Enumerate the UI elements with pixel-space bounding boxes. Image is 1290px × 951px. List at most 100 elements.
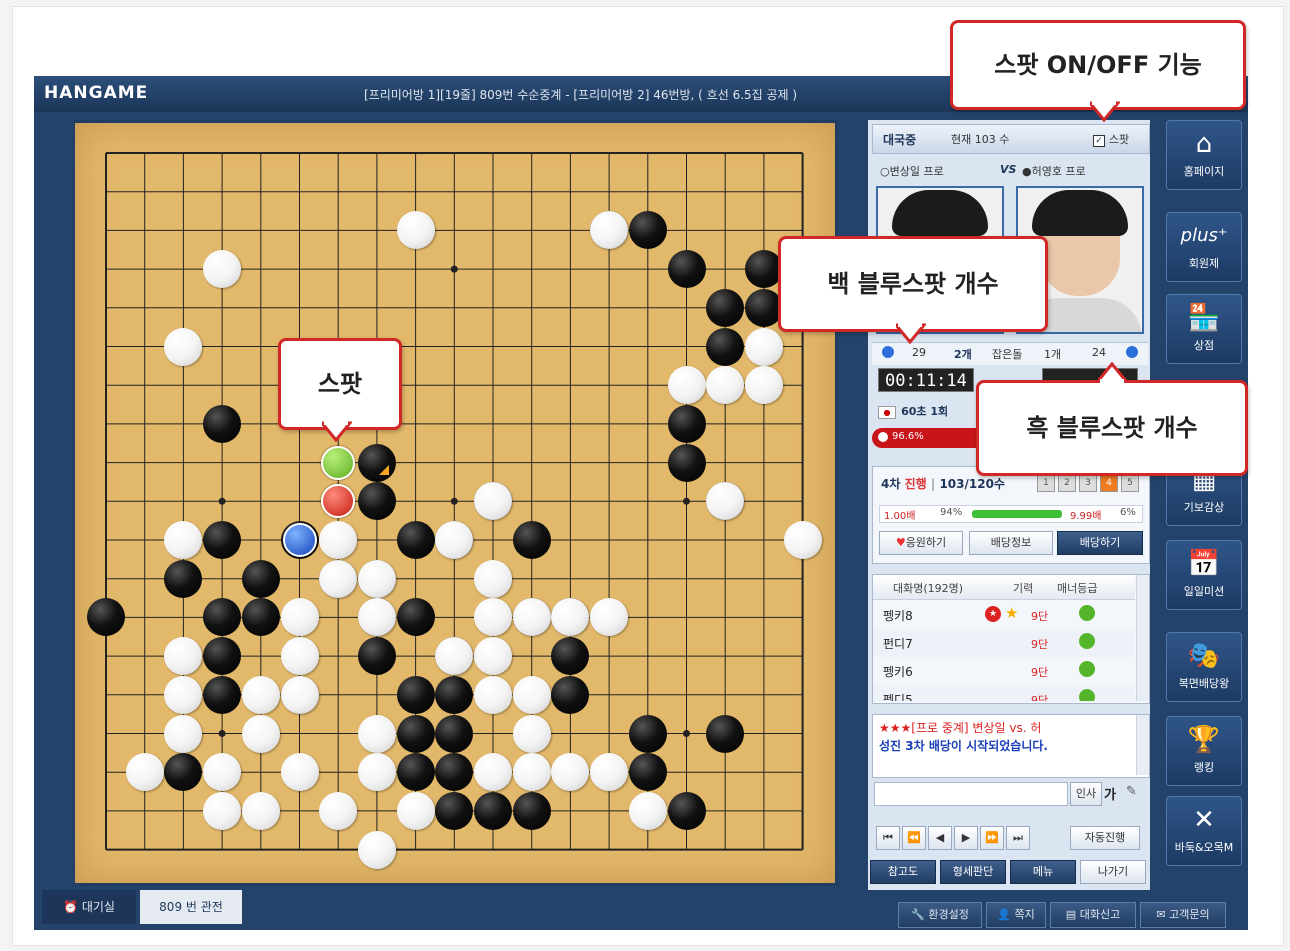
callout-white-bluespot-tail (896, 322, 926, 344)
alarm-clock-icon: ⏰ (63, 900, 78, 914)
sidebar-label: 일일미션 (1183, 585, 1225, 598)
white-stone (357, 753, 396, 792)
chat-scrollbar[interactable] (1136, 715, 1149, 775)
white-stone (396, 211, 435, 250)
betting-round-tab[interactable]: 4 (1100, 474, 1118, 492)
betting-round-number: 4차 (881, 477, 901, 491)
user-name: 펭키8 (883, 609, 913, 623)
report-label: 대화신고 (1079, 908, 1121, 921)
black-player-name: ●허영호 프로 (1022, 165, 1086, 178)
user-name: 펭키6 (883, 665, 913, 679)
black-stone (667, 791, 706, 830)
person-icon: 👤 (997, 908, 1011, 921)
betting-round-tab[interactable]: 5 (1121, 474, 1139, 492)
star-point (450, 497, 458, 505)
betting-round-tab[interactable]: 1 (1037, 474, 1055, 492)
col-manner: 매너등급 (1057, 582, 1098, 595)
black-stone (667, 404, 706, 443)
reference-button[interactable]: 참고도 (870, 860, 936, 884)
settings-button[interactable]: 🔧 환경설정 (898, 902, 982, 928)
manner-grade-icon (1079, 689, 1095, 701)
auto-play-button[interactable]: 자동진행 (1070, 826, 1140, 850)
black-stone (357, 482, 396, 521)
user-row[interactable]: 펭키8 9단 ★ ★ (873, 601, 1135, 629)
white-stone (744, 327, 783, 366)
white-stone (474, 559, 512, 598)
go-board[interactable] (75, 123, 835, 883)
user-row[interactable]: 펭디5 9단 (873, 685, 1135, 701)
chat-log: ★★★[프로 중계] 변상일 vs. 허 성진 3차 배당이 시작되었습니다. (872, 714, 1150, 778)
place-bet-button[interactable]: 배당하기 (1057, 531, 1143, 555)
spot-toggle[interactable]: ✓ 스팟 (1093, 131, 1129, 147)
mission-icon: 📅 (1187, 549, 1221, 579)
spot-checkbox[interactable]: ✓ (1093, 135, 1105, 147)
next-button[interactable]: ▶ (954, 826, 978, 850)
white-player-hair (892, 190, 988, 236)
support-icon: ✉ (1156, 908, 1166, 921)
white-timer: 00:11:14 (878, 368, 974, 392)
user-row[interactable]: 펀디7 9단 (873, 629, 1135, 657)
black-stone (706, 714, 745, 753)
prev-button[interactable]: ◀ (928, 826, 952, 850)
white-stone (512, 598, 551, 637)
tab-lobby-label: 대기실 (81, 900, 115, 914)
support-button[interactable]: ♥응원하기 (879, 531, 963, 555)
report-button[interactable]: ▤ 대화신고 (1050, 902, 1136, 928)
callout-spot-toggle: 스팟 ON/OFF 기능 (950, 20, 1246, 110)
sidebar-omok-button[interactable]: ✕ 바둑&오목M (1166, 796, 1242, 866)
tab-watching[interactable]: 809 번 관전 (140, 890, 242, 924)
betting-round-tab[interactable]: 3 (1079, 474, 1097, 492)
callout-spot-toggle-tail (1090, 100, 1120, 122)
omok-icon: ✕ (1193, 805, 1215, 835)
black-stone (474, 791, 512, 830)
sidebar-trophy-button[interactable]: 🏆 랭킹 (1166, 716, 1242, 786)
sidebar-home-button[interactable]: ⌂ 홈페이지 (1166, 120, 1242, 190)
move-navigation: ⏮ ⏪ ◀ ▶ ⏩ ⏭ 자동진행 (876, 826, 1146, 850)
font-icon[interactable]: 가 (1104, 784, 1116, 803)
last-move-button[interactable]: ⏭ (1006, 826, 1030, 850)
exit-button[interactable]: 나가기 (1080, 860, 1146, 884)
note-button[interactable]: 👤 쪽지 (986, 902, 1046, 928)
white-bluespot-count: 29 (912, 346, 926, 359)
greet-button[interactable]: 인사 (1070, 782, 1102, 806)
white-stone (783, 521, 822, 559)
prev10-button[interactable]: ⏪ (902, 826, 926, 850)
byoyomi-row: ● 60초 1회 (878, 400, 948, 419)
user-row[interactable]: 펭키6 9단 (873, 657, 1135, 685)
support-button-label: 응원하기 (905, 536, 947, 549)
sidebar-shop-button[interactable]: 🏪 상점 (1166, 294, 1242, 364)
tab-lobby[interactable]: ⏰ 대기실 (42, 890, 136, 924)
black-stone (396, 714, 435, 753)
sidebar-plus-button[interactable]: plus⁺ 회원제 (1166, 212, 1242, 282)
sidebar-mission-button[interactable]: 📅 일일미션 (1166, 540, 1242, 610)
sidebar-mask-button[interactable]: 🎭 복면배당왕 (1166, 632, 1242, 702)
odds-bar (972, 510, 1063, 518)
white-captures: 2개 (954, 348, 972, 361)
chat-input[interactable] (874, 782, 1068, 806)
black-player-hair (1032, 190, 1128, 236)
betting-round-tab[interactable]: 2 (1058, 474, 1076, 492)
star-point (450, 265, 458, 273)
user-rank: 9단 (1031, 666, 1049, 679)
black-stone (241, 598, 280, 637)
bet-info-button[interactable]: 배당정보 (969, 531, 1053, 555)
sidebar-label: 상점 (1193, 339, 1215, 352)
mask-icon: 🎭 (1187, 641, 1221, 671)
menu-button[interactable]: 메뉴 (1010, 860, 1076, 884)
next10-button[interactable]: ⏩ (980, 826, 1004, 850)
tool-icon[interactable]: ✎ (1126, 784, 1137, 799)
winrate-text: 96.6% (892, 431, 924, 442)
white-stone (280, 753, 319, 792)
position-analysis-button[interactable]: 형세판단 (940, 860, 1006, 884)
white-stone (319, 521, 358, 559)
support-center-button[interactable]: ✉ 고객문의 (1140, 902, 1226, 928)
black-stone (396, 521, 435, 559)
user-list-panel: 대화명(192명) 기력 매너등급 펭키8 9단 ★ ★ 펀디7 9단 펭키6 9단 펭디5 9단 (872, 574, 1150, 704)
black-player-label: 허영호 프로 (1031, 165, 1086, 178)
user-list-header: 대화명(192명) 기력 매너등급 (873, 575, 1135, 600)
user-rank: 9단 (1031, 694, 1049, 701)
white-stone (203, 250, 242, 289)
user-list-scrollbar[interactable] (1136, 575, 1149, 701)
first-move-button[interactable]: ⏮ (876, 826, 900, 850)
note-label: 쪽지 (1014, 908, 1035, 921)
